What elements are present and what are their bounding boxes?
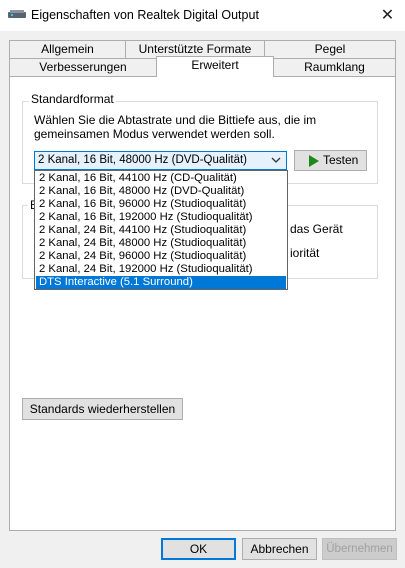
format-option[interactable]: 2 Kanal, 16 Bit, 192000 Hz (Studioqualit… — [36, 211, 286, 224]
exclusive-mode-line-2: iorität — [290, 246, 320, 260]
test-button[interactable]: Testen — [294, 150, 367, 171]
format-option[interactable]: 2 Kanal, 16 Bit, 96000 Hz (Studioqualitä… — [36, 198, 286, 211]
format-option-highlighted[interactable]: DTS Interactive (5.1 Surround) — [36, 276, 286, 289]
format-select[interactable]: 2 Kanal, 16 Bit, 48000 Hz (DVD-Qualität) — [34, 151, 287, 170]
tab-erweitert[interactable]: Erweitert — [156, 56, 274, 77]
apply-button[interactable]: Übernehmen — [322, 538, 397, 560]
tab-label: Allgemein — [41, 42, 94, 56]
cancel-button[interactable]: Abbrechen — [242, 538, 317, 560]
format-option[interactable]: 2 Kanal, 24 Bit, 96000 Hz (Studioqualitä… — [36, 250, 286, 263]
tab-raumklang[interactable]: Raumklang — [273, 58, 396, 77]
format-option[interactable]: 2 Kanal, 16 Bit, 48000 Hz (DVD-Qualität) — [36, 185, 286, 198]
tab-label: Pegel — [314, 42, 346, 56]
format-dropdown-list: 2 Kanal, 16 Bit, 44100 Hz (CD-Qualität) … — [34, 170, 288, 290]
ok-label: OK — [189, 542, 208, 556]
apply-label: Übernehmen — [326, 543, 393, 555]
restore-defaults-label: Standards wiederherstellen — [29, 402, 176, 416]
test-button-label: Testen — [323, 153, 359, 167]
window-title: Eigenschaften von Realtek Digital Output — [31, 8, 259, 22]
close-button[interactable]: ✕ — [370, 0, 405, 31]
tab-label: Erweitert — [191, 58, 239, 72]
tab-label: Verbesserungen — [39, 60, 127, 74]
restore-defaults-button[interactable]: Standards wiederherstellen — [22, 398, 183, 420]
tab-label: Unterstützte Formate — [138, 42, 252, 56]
description-line-1: Wählen Sie die Abtastrate und die Bittie… — [34, 113, 317, 127]
tab-pegel[interactable]: Pegel — [264, 40, 396, 59]
format-option[interactable]: 2 Kanal, 24 Bit, 192000 Hz (Studioqualit… — [36, 263, 286, 276]
tab-allgemein[interactable]: Allgemein — [9, 40, 126, 59]
ok-button[interactable]: OK — [161, 538, 236, 560]
title-bar: Eigenschaften von Realtek Digital Output… — [0, 0, 405, 31]
tab-verbesserungen[interactable]: Verbesserungen — [9, 58, 157, 77]
default-format-title: Standardformat — [29, 92, 116, 106]
cancel-label: Abbrechen — [250, 542, 309, 556]
play-icon — [309, 155, 319, 167]
chevron-down-icon — [271, 157, 281, 163]
format-option[interactable]: 2 Kanal, 16 Bit, 44100 Hz (CD-Qualität) — [36, 172, 286, 185]
format-option[interactable]: 2 Kanal, 24 Bit, 44100 Hz (Studioqualitä… — [36, 224, 286, 237]
speaker-icon — [8, 10, 26, 18]
format-option[interactable]: 2 Kanal, 24 Bit, 48000 Hz (Studioqualitä… — [36, 237, 286, 250]
tab-label: Raumklang — [304, 60, 365, 74]
exclusive-mode-line-1: das Gerät — [290, 222, 343, 236]
close-icon: ✕ — [380, 7, 395, 24]
description-line-2: gemeinsamen Modus verwendet werden soll. — [34, 127, 275, 141]
format-select-value: 2 Kanal, 16 Bit, 48000 Hz (DVD-Qualität) — [38, 154, 248, 166]
